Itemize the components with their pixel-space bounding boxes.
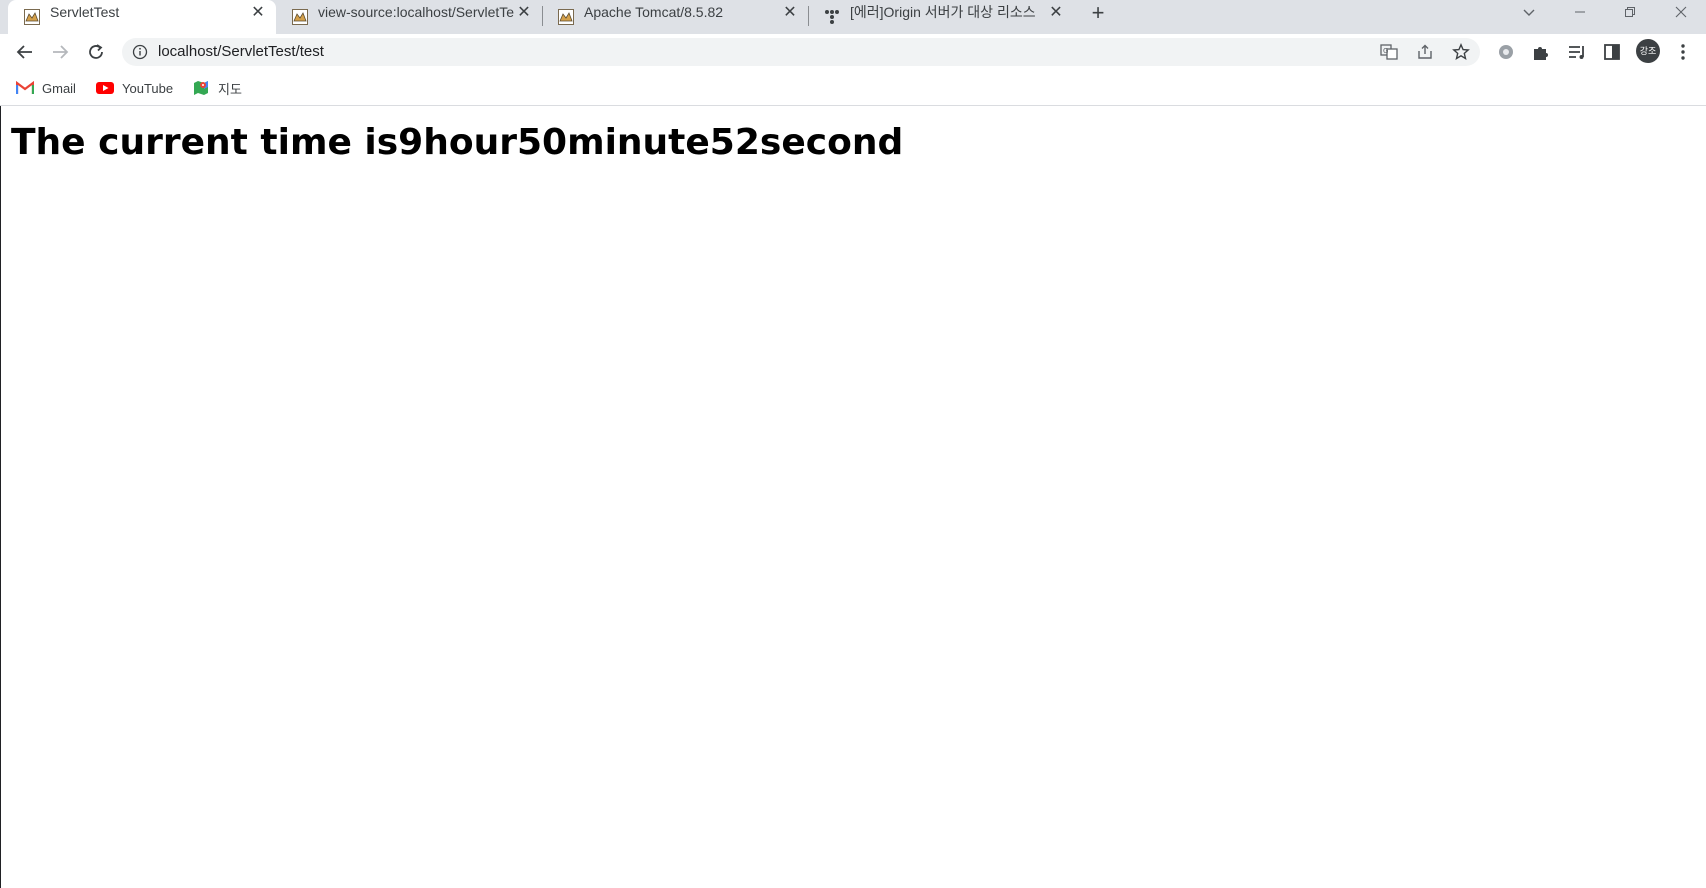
tab-search-chevron-icon[interactable] (1506, 0, 1552, 24)
close-tab-icon[interactable]: ✕ (516, 5, 532, 21)
share-icon[interactable] (1416, 43, 1434, 61)
reading-list-icon[interactable] (1567, 42, 1587, 62)
svg-text:G: G (1383, 47, 1388, 55)
bookmark-label: 지도 (218, 81, 242, 97)
address-bar[interactable]: localhost/ServletTest/test G (122, 38, 1480, 66)
site-info-icon[interactable] (132, 44, 148, 60)
tab-title: [에러]Origin 서버가 대상 리소스 (850, 4, 1036, 20)
tistory-icon (825, 10, 839, 24)
reload-button[interactable] (82, 38, 110, 66)
browser-toolbar: localhost/ServletTest/test G 강조 (0, 34, 1706, 70)
tomcat-icon (292, 9, 308, 25)
more-menu-icon[interactable] (1673, 42, 1693, 62)
close-window-button[interactable] (1658, 0, 1704, 24)
new-tab-button[interactable]: + (1088, 2, 1108, 24)
address-url: localhost/ServletTest/test (158, 43, 324, 60)
tab-title: ServletTest (50, 4, 120, 20)
extension-gear-icon[interactable] (1496, 42, 1516, 62)
tab-origin-error[interactable]: [에러]Origin 서버가 대상 리소스 ✕ (808, 0, 1074, 34)
page-heading: The current time is9hour50minute52second (11, 122, 904, 163)
bookmark-label: YouTube (122, 80, 174, 96)
tab-servlettest[interactable]: ServletTest ✕ (8, 0, 276, 34)
bookmark-gmail[interactable]: Gmail (16, 77, 76, 99)
minimize-button[interactable] (1557, 0, 1603, 24)
side-panel-icon[interactable] (1602, 42, 1622, 62)
close-tab-icon[interactable]: ✕ (782, 5, 798, 21)
forward-button[interactable] (46, 38, 74, 66)
tab-title: Apache Tomcat/8.5.82 (584, 4, 724, 20)
youtube-icon (96, 79, 114, 97)
tab-strip: ServletTest ✕ view-source:localhost/Serv… (0, 0, 1706, 34)
close-tab-icon[interactable]: ✕ (1048, 5, 1064, 21)
bookmarks-bar: Gmail YouTube 지도 (0, 70, 1706, 106)
tomcat-icon (24, 9, 40, 25)
bookmark-star-icon[interactable] (1452, 43, 1470, 61)
tab-view-source[interactable]: view-source:localhost/ServletTes ✕ (276, 0, 542, 34)
bookmark-label: Gmail (42, 80, 76, 96)
gmail-icon (16, 79, 34, 97)
tomcat-icon (558, 9, 574, 25)
restore-button[interactable] (1607, 0, 1653, 24)
translate-icon[interactable]: G (1380, 43, 1398, 61)
tab-title: view-source:localhost/ServletTes (318, 4, 514, 20)
extensions-puzzle-icon[interactable] (1531, 42, 1551, 62)
bookmark-youtube[interactable]: YouTube (96, 77, 173, 99)
close-tab-icon[interactable]: ✕ (250, 5, 266, 21)
bookmark-maps[interactable]: 지도 (192, 77, 242, 99)
tab-apache-tomcat[interactable]: Apache Tomcat/8.5.82 ✕ (542, 0, 808, 34)
profile-avatar[interactable]: 강조 (1636, 39, 1660, 63)
maps-icon (192, 79, 210, 97)
back-button[interactable] (11, 38, 39, 66)
page-content: The current time is9hour50minute52second (0, 106, 1706, 888)
